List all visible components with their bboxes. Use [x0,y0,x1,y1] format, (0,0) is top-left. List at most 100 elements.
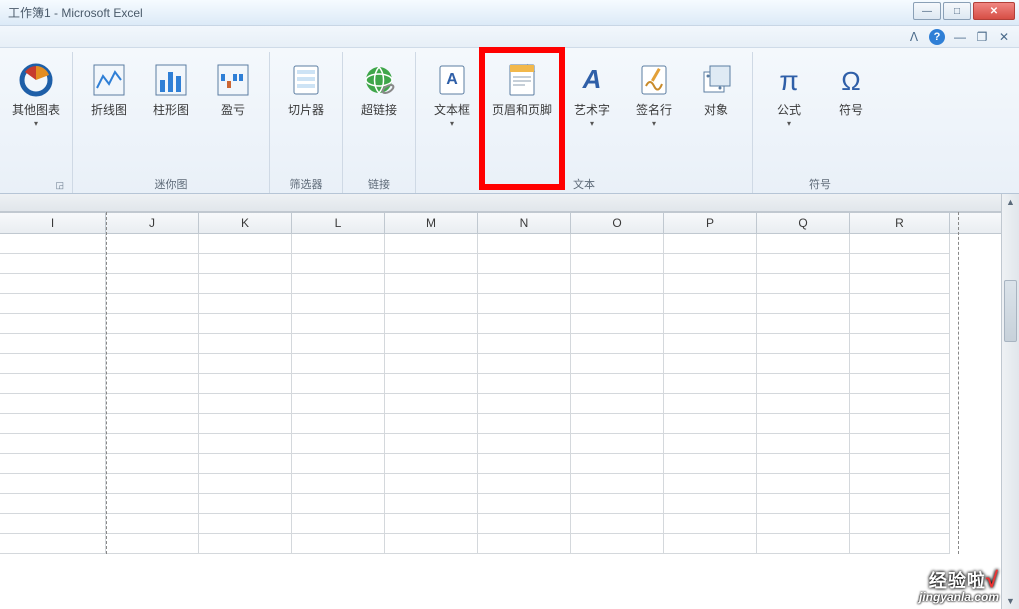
cell[interactable] [385,294,478,314]
cell[interactable] [850,274,950,294]
help-icon[interactable]: ? [929,29,945,45]
cell[interactable] [106,414,199,434]
column-header[interactable]: M [385,213,478,233]
cell[interactable] [664,294,757,314]
cell[interactable] [199,254,292,274]
cell[interactable] [385,314,478,334]
cell[interactable] [757,434,850,454]
cell[interactable] [385,374,478,394]
cell[interactable] [664,534,757,554]
app-minimize-icon[interactable]: — [953,30,967,44]
cell[interactable] [0,274,106,294]
cell[interactable] [199,454,292,474]
cell[interactable] [664,394,757,414]
cell[interactable] [0,294,106,314]
cell[interactable] [292,474,385,494]
cell[interactable] [571,294,664,314]
cell[interactable] [0,454,106,474]
horizontal-scrollbar[interactable] [0,194,1001,212]
cell[interactable] [850,534,950,554]
cell[interactable] [199,514,292,534]
cell[interactable] [385,274,478,294]
cell[interactable] [571,534,664,554]
ribbon-caret-icon[interactable]: ᐱ [907,30,921,44]
cell[interactable] [571,314,664,334]
slicer-button[interactable]: 切片器 [276,56,336,175]
cell[interactable] [664,474,757,494]
cell[interactable] [850,334,950,354]
cell[interactable] [571,394,664,414]
cell[interactable] [850,474,950,494]
cell[interactable] [0,354,106,374]
column-header[interactable]: N [478,213,571,233]
column-header[interactable]: L [292,213,385,233]
cell[interactable] [478,294,571,314]
minimize-button[interactable]: — [913,2,941,20]
cell[interactable] [385,454,478,474]
cell[interactable] [199,294,292,314]
cell[interactable] [478,434,571,454]
cell[interactable] [106,314,199,334]
maximize-button[interactable]: □ [943,2,971,20]
cell[interactable] [385,414,478,434]
cell[interactable] [850,234,950,254]
cell[interactable] [292,414,385,434]
cell[interactable] [106,434,199,454]
cell[interactable] [292,294,385,314]
cell[interactable] [757,414,850,434]
cell[interactable] [757,314,850,334]
cell[interactable] [385,514,478,534]
cell[interactable] [850,434,950,454]
cell[interactable] [0,314,106,334]
textbox-button[interactable]: A文本框▾ [422,56,482,175]
cell[interactable] [199,314,292,334]
column-header[interactable]: Q [757,213,850,233]
cell[interactable] [199,374,292,394]
cell[interactable] [106,534,199,554]
scroll-down-icon[interactable]: ▼ [1002,593,1019,609]
symbol-button[interactable]: Ω符号 [821,56,881,175]
cell[interactable] [664,234,757,254]
cell[interactable] [664,254,757,274]
cell[interactable] [385,254,478,274]
cell[interactable] [850,314,950,334]
cell[interactable] [292,314,385,334]
cell[interactable] [850,394,950,414]
object-button[interactable]: 对象 [686,56,746,175]
cell[interactable] [478,494,571,514]
cell[interactable] [106,334,199,354]
cell[interactable] [478,394,571,414]
cell[interactable] [0,414,106,434]
cell[interactable] [292,374,385,394]
cell[interactable] [571,514,664,534]
cell[interactable] [199,394,292,414]
cell[interactable] [292,274,385,294]
cell[interactable] [571,414,664,434]
app-close-icon[interactable]: ✕ [997,30,1011,44]
cell[interactable] [571,474,664,494]
cell[interactable] [571,334,664,354]
column-header[interactable]: J [106,213,199,233]
cell[interactable] [664,414,757,434]
cell[interactable] [106,354,199,374]
cell[interactable] [664,494,757,514]
cell[interactable] [106,514,199,534]
cell[interactable] [106,394,199,414]
cell[interactable] [757,234,850,254]
cell[interactable] [199,334,292,354]
cell[interactable] [757,394,850,414]
column-header[interactable]: K [199,213,292,233]
cell[interactable] [0,514,106,534]
cell[interactable] [385,474,478,494]
cell[interactable] [385,334,478,354]
cell[interactable] [757,494,850,514]
cell[interactable] [757,474,850,494]
cell[interactable] [199,434,292,454]
cell[interactable] [478,354,571,374]
signature-button[interactable]: 签名行▾ [624,56,684,175]
cell[interactable] [850,494,950,514]
cell[interactable] [292,354,385,374]
vertical-scrollbar[interactable]: ▲ ▼ [1001,194,1019,609]
cell[interactable] [478,234,571,254]
column-header[interactable]: I [0,213,106,233]
